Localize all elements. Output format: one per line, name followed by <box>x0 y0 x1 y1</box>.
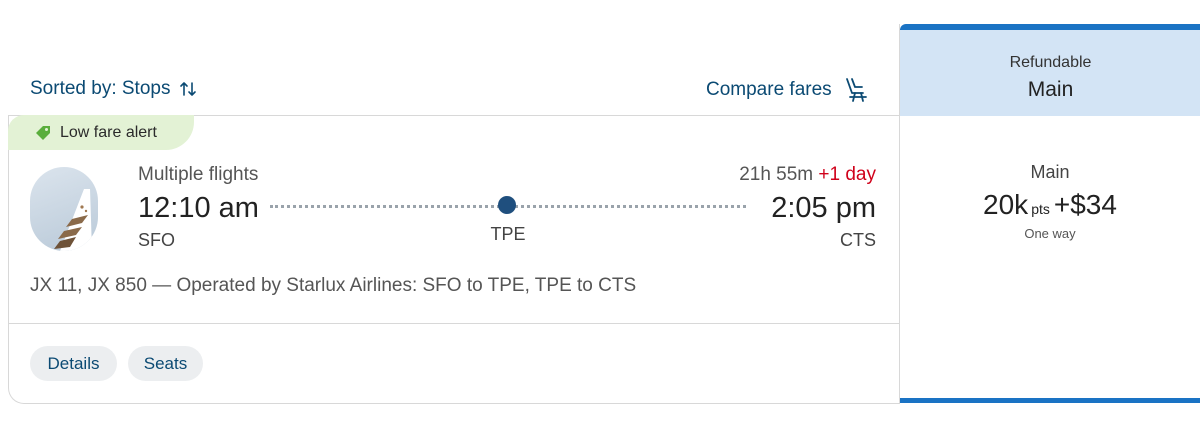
refundable-label: Refundable <box>1009 54 1092 71</box>
fare-option-main[interactable]: Main 20k pts + $34 One way <box>900 162 1200 241</box>
seat-icon <box>845 78 867 102</box>
arrival-airport: CTS <box>840 230 876 250</box>
fare-price: 20k pts + $34 <box>900 189 1200 221</box>
departure-airport: SFO <box>138 230 176 250</box>
sort-label: Sorted by: Stops <box>30 78 171 99</box>
details-button[interactable]: Details <box>30 346 117 381</box>
starlux-logo <box>54 189 92 251</box>
cabin-label: Main <box>1027 78 1074 101</box>
trip-type-label: One way <box>1024 226 1076 241</box>
arrival-time: 2:05 pm <box>771 192 876 224</box>
fare-name: Main <box>1030 162 1070 182</box>
operated-by-text: JX 11, JX 850 — Operated by Starlux Airl… <box>30 275 637 296</box>
points-unit: pts <box>1031 201 1050 217</box>
departure-time: 12:10 am <box>138 192 259 224</box>
compare-fares-label: Compare fares <box>706 79 832 100</box>
fare-column-header: Refundable Main <box>900 24 1200 116</box>
plus-sign: + <box>1053 189 1071 220</box>
card-divider <box>8 323 900 324</box>
airline-logo <box>30 167 98 251</box>
fare-bottom-bar <box>900 398 1200 403</box>
fare-column: Refundable Main Main 20k pts + $34 One w… <box>899 24 1200 404</box>
flight-type-label: Multiple flights <box>138 164 259 185</box>
stop-airport: TPE <box>490 224 526 244</box>
sort-arrows-icon <box>180 82 197 96</box>
seats-button[interactable]: Seats <box>128 346 203 381</box>
day-offset: +1 day <box>818 164 876 185</box>
low-fare-alert-badge: Low fare alert <box>8 115 194 150</box>
cash-value: $34 <box>1070 189 1117 220</box>
stop-marker <box>498 196 516 214</box>
sort-control[interactable]: Sorted by: Stops <box>30 78 198 100</box>
duration-text: 21h 55m <box>739 164 814 185</box>
tag-icon <box>36 125 50 140</box>
compare-fares-link[interactable]: Compare fares <box>706 76 870 104</box>
low-fare-alert-label: Low fare alert <box>60 123 157 141</box>
points-value: 20k <box>983 189 1029 220</box>
flight-duration: 21h 55m +1 day <box>739 164 876 186</box>
